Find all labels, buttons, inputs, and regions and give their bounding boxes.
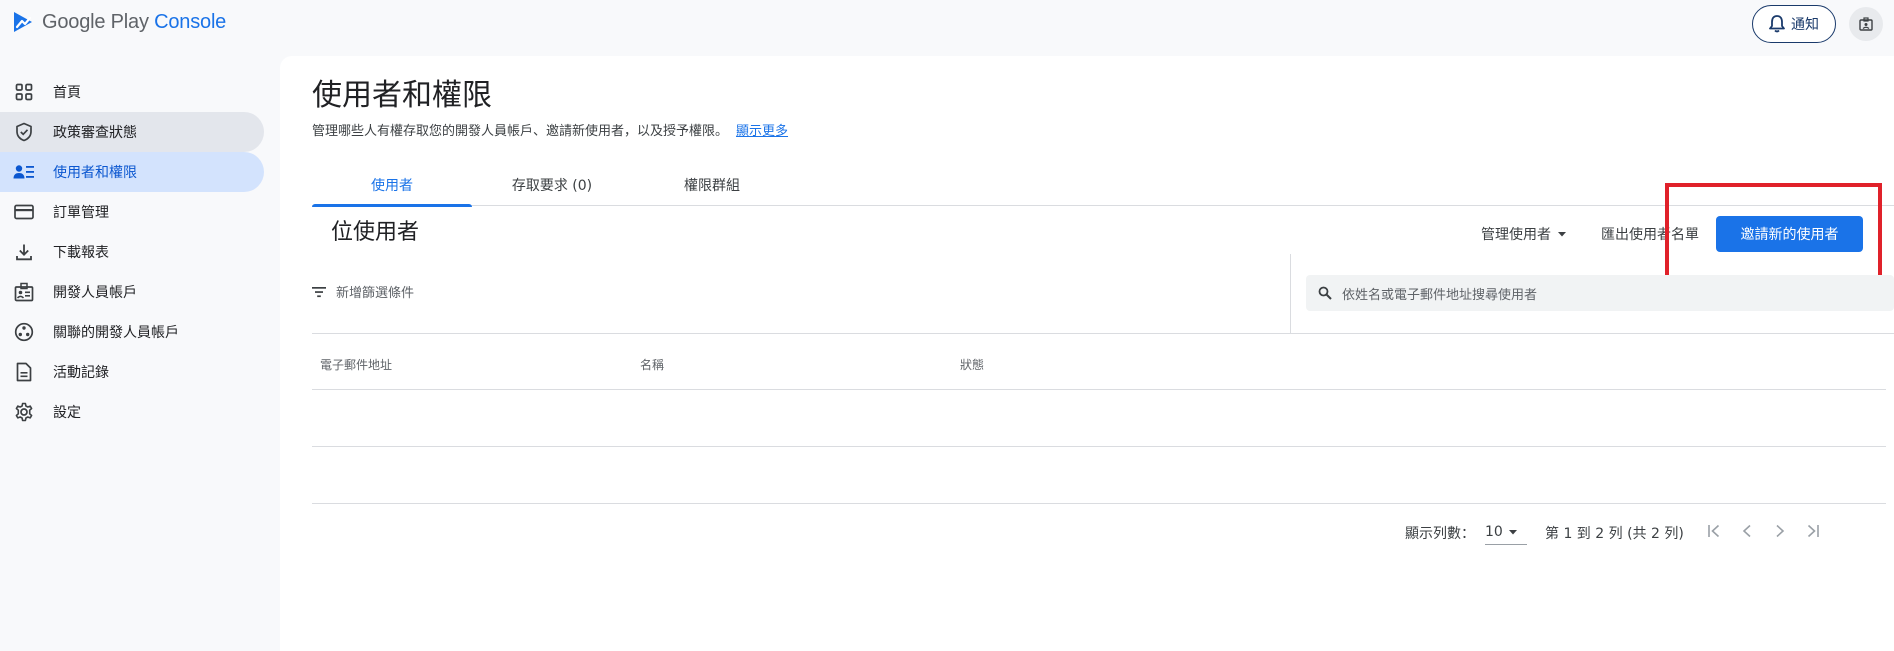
account-badge-icon — [1859, 17, 1873, 31]
sidebar-item-label: 訂單管理 — [53, 205, 109, 221]
sidebar-item-label: 開發人員帳戶 — [53, 285, 137, 301]
linked-accounts-icon — [13, 321, 35, 343]
caret-down-icon — [1558, 232, 1566, 237]
play-console-logo-icon — [14, 12, 32, 32]
first-page-button[interactable] — [1700, 517, 1728, 545]
download-icon — [13, 241, 35, 263]
top-bar: Google Play Console 通知 — [0, 0, 1894, 56]
page-description-text: 管理哪些人有權存取您的開發人員帳戶、邀請新使用者，以及授予權限。 — [312, 124, 729, 139]
sidebar-item-label: 首頁 — [53, 85, 81, 101]
sidebar-item-label: 下載報表 — [53, 245, 109, 261]
sidebar-item-label: 設定 — [53, 405, 81, 421]
search-placeholder: 依姓名或電子郵件地址搜尋使用者 — [1342, 287, 1538, 303]
document-icon — [13, 361, 35, 383]
chevron-left-icon — [1742, 524, 1751, 538]
tab-access-requests[interactable]: 存取要求 (0) — [472, 164, 632, 206]
users-count-title: 位使用者 — [331, 220, 420, 245]
sidebar-item-users-permissions[interactable]: 使用者和權限 — [0, 152, 264, 192]
bell-icon — [1769, 15, 1785, 33]
users-table-header: 電子郵件地址 名稱 狀態 — [312, 334, 1886, 390]
sidebar-item-order-management[interactable]: 訂單管理 — [0, 192, 264, 232]
dashboard-grid-icon — [13, 81, 35, 103]
sidebar-item-download-reports[interactable]: 下載報表 — [0, 232, 264, 272]
previous-page-button[interactable] — [1733, 517, 1761, 545]
sidebar-nav: 首頁 政策審查狀態 使用者和權限 訂單管理 下載報表 開發人員帳戶 關聯的開發人… — [0, 72, 264, 432]
tab-bar: 使用者 存取要求 (0) 權限群組 — [312, 164, 1894, 207]
rows-per-page-select[interactable]: 10 — [1485, 519, 1527, 545]
manage-users-dropdown[interactable]: 管理使用者 — [1481, 224, 1569, 244]
sidebar-item-label: 政策審查狀態 — [53, 125, 137, 141]
sidebar-item-home[interactable]: 首頁 — [0, 72, 264, 112]
tab-permission-groups[interactable]: 權限群組 — [632, 164, 792, 206]
sidebar-item-label: 活動記錄 — [53, 365, 109, 381]
pagination-range: 第 1 到 2 列 (共 2 列) — [1545, 526, 1684, 542]
account-button[interactable] — [1849, 7, 1883, 41]
filter-list-icon — [312, 286, 326, 297]
logo-accent-text: Console — [154, 10, 227, 33]
google-play-console-logo[interactable]: Google Play Console — [12, 10, 226, 34]
credit-card-icon — [13, 201, 35, 223]
manage-users-label: 管理使用者 — [1481, 227, 1551, 243]
pagination-bar: 顯示列數： 10 第 1 到 2 列 (共 2 列) — [280, 508, 1894, 548]
sidebar-item-settings[interactable]: 設定 — [0, 392, 264, 432]
search-icon — [1318, 286, 1332, 300]
notifications-button[interactable]: 通知 — [1752, 5, 1836, 43]
sidebar-item-label: 使用者和權限 — [53, 165, 137, 181]
sidebar-item-label: 關聯的開發人員帳戶 — [53, 325, 179, 341]
rows-per-page-label: 顯示列數： — [1405, 526, 1475, 542]
column-header-status[interactable]: 狀態 — [960, 356, 984, 373]
tab-users[interactable]: 使用者 — [312, 164, 472, 207]
users-list-icon — [13, 161, 35, 183]
shield-check-icon — [13, 121, 35, 143]
sidebar-item-activity-log[interactable]: 活動記錄 — [0, 352, 264, 392]
add-filter-label: 新增篩選條件 — [336, 286, 415, 301]
rows-per-page-value: 10 — [1485, 523, 1503, 540]
column-header-name[interactable]: 名稱 — [640, 356, 664, 373]
learn-more-link[interactable]: 顯示更多 — [736, 124, 788, 139]
last-page-icon — [1807, 524, 1819, 538]
sidebar-item-developer-account[interactable]: 開發人員帳戶 — [0, 272, 264, 312]
column-header-email[interactable]: 電子郵件地址 — [320, 356, 392, 373]
sidebar-item-linked-developer-accounts[interactable]: 關聯的開發人員帳戶 — [0, 312, 264, 352]
table-row[interactable] — [312, 390, 1886, 447]
main-content: 使用者和權限 管理哪些人有權存取您的開發人員帳戶、邀請新使用者，以及授予權限。顯… — [280, 56, 1894, 651]
filter-search-row: 新增篩選條件 依姓名或電子郵件地址搜尋使用者 — [312, 254, 1894, 334]
caret-down-icon — [1508, 529, 1517, 534]
user-search-input[interactable]: 依姓名或電子郵件地址搜尋使用者 — [1306, 275, 1894, 311]
page-title: 使用者和權限 — [312, 78, 492, 113]
page-description: 管理哪些人有權存取您的開發人員帳戶、邀請新使用者，以及授予權限。 顯示更多 — [312, 120, 788, 139]
logo-primary-text: Google Play — [42, 10, 149, 33]
table-row[interactable] — [312, 447, 1886, 504]
chevron-right-icon — [1776, 524, 1785, 538]
developer-badge-icon — [13, 281, 35, 303]
notifications-label: 通知 — [1791, 17, 1819, 33]
add-filter-button[interactable]: 新增篩選條件 — [312, 282, 414, 301]
last-page-button[interactable] — [1799, 517, 1827, 545]
sidebar-item-policy-status[interactable]: 政策審查狀態 — [0, 112, 264, 152]
gear-icon — [13, 401, 35, 423]
next-page-button[interactable] — [1766, 517, 1794, 545]
first-page-icon — [1708, 524, 1720, 538]
divider — [1290, 254, 1291, 334]
